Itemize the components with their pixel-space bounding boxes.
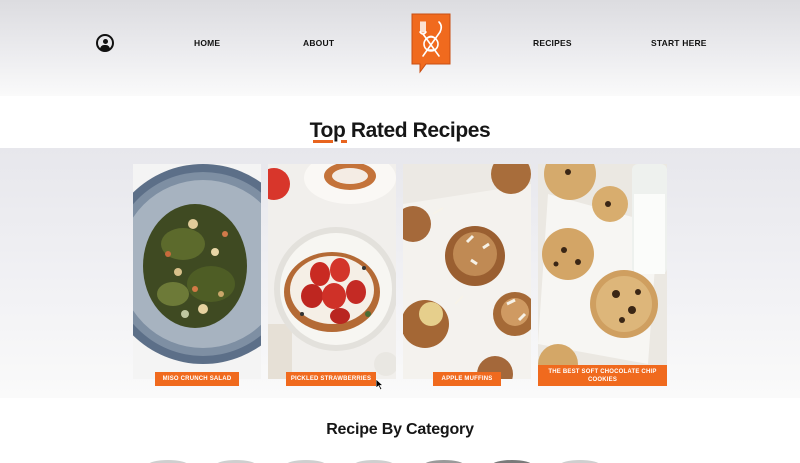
nav-home[interactable]: HOME — [194, 38, 220, 48]
recipe-label[interactable]: APPLE MUFFINS — [433, 372, 501, 386]
recipe-photo — [268, 164, 396, 379]
category-title-text: Recipe By Category — [326, 421, 474, 438]
nav-start-here[interactable]: START HERE — [651, 38, 707, 48]
site-header — [0, 0, 800, 96]
top-rated-title-text: Top Rated Recipes — [309, 119, 491, 142]
recipe-label[interactable]: PICKLED STRAWBERRIES — [286, 372, 376, 386]
title-underline-accent-2 — [341, 140, 347, 143]
top-rated-heading: Top Rated Recipes — [0, 119, 800, 143]
recipe-card-pickled-strawberries[interactable]: PICKLED STRAWBERRIES — [268, 164, 396, 386]
recipe-label[interactable]: THE BEST SOFT CHOCOLATE CHIP COOKIES — [538, 365, 667, 386]
category-heading: Recipe By Category — [0, 421, 800, 439]
recipe-card-apple-muffins[interactable]: APPLE MUFFINS — [403, 164, 531, 386]
site-logo[interactable] — [410, 12, 452, 74]
recipe-label[interactable]: MISO CRUNCH SALAD — [155, 372, 239, 386]
user-account-icon[interactable] — [96, 34, 114, 52]
recipe-card-miso-crunch-salad[interactable]: MISO CRUNCH SALAD — [133, 164, 261, 386]
nav-recipes[interactable]: RECIPES — [533, 38, 572, 48]
mouse-cursor-icon — [376, 379, 384, 390]
nav-about[interactable]: ABOUT — [303, 38, 334, 48]
recipe-card-chocolate-chip-cookies[interactable]: THE BEST SOFT CHOCOLATE CHIP COOKIES — [538, 164, 667, 386]
recipes-band — [0, 148, 800, 398]
chef-logo-icon — [411, 13, 451, 74]
recipe-photo — [133, 164, 261, 379]
category-thumbnails — [140, 458, 660, 463]
user-icon-body — [100, 45, 110, 50]
recipe-photo — [403, 164, 531, 379]
title-underline-accent — [313, 140, 333, 143]
recipe-photo — [538, 164, 667, 379]
user-icon-head — [102, 38, 108, 44]
